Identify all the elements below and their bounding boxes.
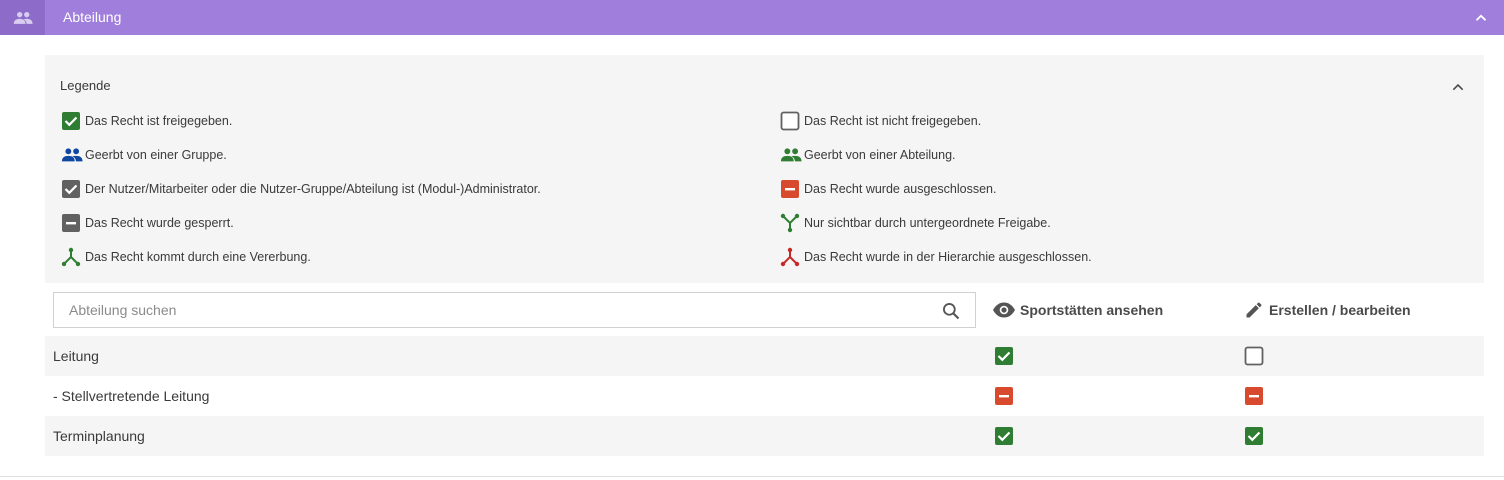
minus-grey-icon [62,214,80,232]
split-red-icon [780,247,800,267]
right-checkbox[interactable] [994,426,1014,446]
right-checkbox[interactable] [1244,426,1264,446]
legend-item-not-granted: Das Recht ist nicht freigegeben. [780,111,981,131]
checkbox-checked-grey-icon [62,180,80,198]
legend-title: Legende [60,78,111,93]
legend-item-group-inherited: Geerbt von einer Gruppe. [61,145,227,165]
column-header-edit: Erstellen / bearbeiten [1243,300,1411,320]
legend-item-subordinate-release: Nur sichtbar durch untergeordnete Freiga… [780,213,1051,233]
right-checkbox[interactable] [1244,386,1264,406]
right-checkbox[interactable] [1244,346,1264,366]
right-checkbox[interactable] [994,386,1014,406]
header-icon-box [0,0,45,35]
legend-item-admin: Der Nutzer/Mitarbeiter oder die Nutzer-G… [61,179,541,199]
legend-item-department-inherited: Geerbt von einer Abteilung. [780,145,956,165]
column-header-view: Sportstätten ansehen [992,300,1163,320]
pencil-icon [1246,302,1262,318]
row-label: - Stellvertretende Leitung [53,388,210,404]
table-row: - Stellvertretende Leitung [45,376,1484,416]
legend-item-hierarchy-excluded: Das Recht wurde in der Hierarchie ausges… [780,247,1092,267]
split-green-icon [61,247,81,267]
minus-red-icon [781,180,799,198]
group-blue-icon [61,148,83,162]
divider [0,476,1504,477]
section-title: Abteilung [63,9,122,25]
chevron-up-icon[interactable] [1472,9,1490,27]
department-search [53,292,976,328]
legend-panel: Legende Das Recht ist freigegeben. Geerb… [45,55,1484,283]
checkbox-empty-icon [780,111,800,131]
merge-green-icon [780,213,800,233]
search-input[interactable] [54,293,914,327]
legend-item-excluded: Das Recht wurde ausgeschlossen. [780,179,996,199]
table-row: Leitung [45,336,1484,376]
table-row: Terminplanung [45,416,1484,456]
right-checkbox[interactable] [994,346,1014,366]
search-icon[interactable] [941,301,961,321]
legend-item-inheritance: Das Recht kommt durch eine Vererbung. [61,247,311,267]
eye-icon [993,302,1015,318]
people-icon [13,11,33,24]
row-label: Terminplanung [53,428,145,444]
legend-item-locked: Das Recht wurde gesperrt. [61,213,234,233]
row-label: Leitung [53,348,99,364]
section-header[interactable]: Abteilung [0,0,1504,35]
checkbox-checked-green-icon [62,112,80,130]
legend-item-granted: Das Recht ist freigegeben. [61,111,232,131]
group-green-icon [780,148,802,162]
chevron-up-icon[interactable] [1450,79,1466,95]
